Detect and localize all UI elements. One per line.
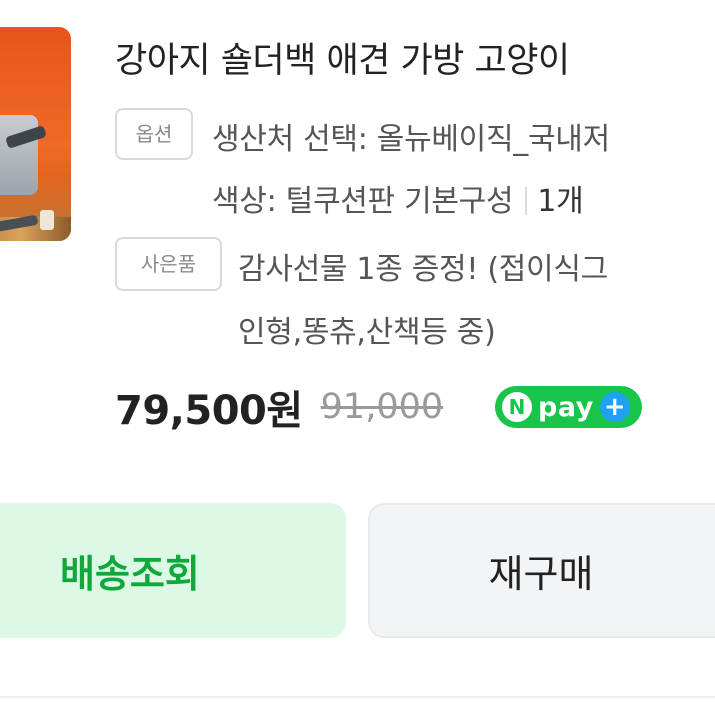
sale-price: 79,500원 bbox=[115, 388, 303, 434]
naver-n-icon: N bbox=[502, 392, 532, 422]
option-tag: 옵션 bbox=[115, 108, 193, 160]
npay-badge: N pay + bbox=[495, 386, 642, 428]
gift-line-1: 감사선물 1종 증정! (접이식그 bbox=[238, 252, 608, 287]
option-line-2: 색상: 털쿠션판 기본구성 1개 bbox=[212, 176, 584, 220]
quantity-text: 1개 bbox=[537, 184, 584, 219]
reorder-button[interactable]: 재구매 bbox=[368, 503, 715, 638]
gift-tag: 사은품 bbox=[115, 237, 222, 291]
price-row: 79,500원 91,000 bbox=[115, 382, 444, 434]
track-delivery-button[interactable]: 배송조회 bbox=[0, 503, 346, 638]
separator bbox=[525, 187, 528, 215]
product-title[interactable]: 강아지 숄더백 애견 가방 고양이 bbox=[115, 32, 570, 83]
option-line-1: 생산처 선택: 올뉴베이직_국내저 bbox=[212, 122, 610, 157]
product-thumbnail[interactable] bbox=[0, 27, 71, 241]
option-color-text: 색상: 털쿠션판 기본구성 bbox=[212, 184, 514, 219]
reorder-label: 재구매 bbox=[488, 552, 594, 596]
bottom-divider bbox=[0, 696, 715, 698]
gift-line-2: 인형,똥츄,산책등 중) bbox=[238, 315, 496, 350]
original-price: 91,000 bbox=[320, 387, 444, 427]
cup-image bbox=[40, 210, 54, 230]
npay-label: pay bbox=[538, 391, 594, 423]
plus-icon: + bbox=[599, 392, 630, 422]
track-delivery-label: 배송조회 bbox=[60, 552, 200, 596]
bag-image bbox=[0, 115, 38, 195]
